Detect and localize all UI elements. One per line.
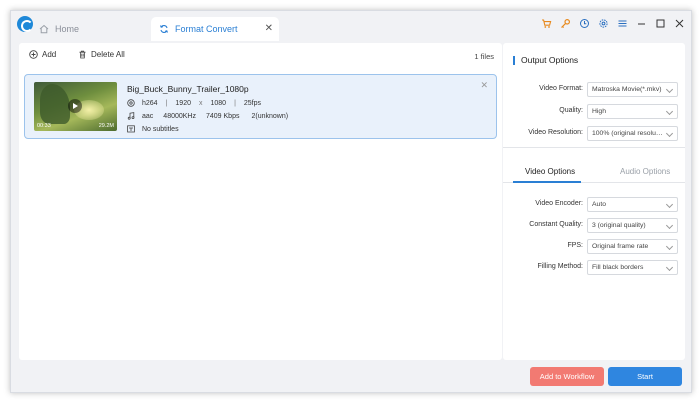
- maximize-icon[interactable]: [654, 17, 666, 29]
- music-note-icon: [127, 112, 136, 120]
- menu-icon[interactable]: [616, 17, 628, 29]
- subtitle-icon: [127, 125, 136, 133]
- options-panel: Output Options Video Format: Matroska Mo…: [503, 43, 685, 360]
- play-icon[interactable]: [68, 99, 82, 113]
- active-tab-indicator: [513, 181, 581, 183]
- quality-select[interactable]: High: [587, 104, 678, 119]
- audio-info-row: aac 48000KHz 7409 Kbps 2(unknown): [127, 112, 288, 120]
- title-bar: Home Format Convert ✕: [11, 11, 691, 41]
- resolution-x: x: [198, 99, 203, 107]
- section-divider: [503, 147, 685, 148]
- video-encoder-select[interactable]: Auto: [587, 197, 678, 212]
- clock-icon[interactable]: [578, 17, 590, 29]
- file-item[interactable]: 00:33 29.2M Big_Buck_Bunny_Trailer_1080p…: [24, 74, 497, 139]
- fps-label: FPS:: [567, 242, 583, 249]
- key-icon[interactable]: [559, 17, 571, 29]
- filling-method-label: Filling Method:: [537, 263, 583, 270]
- audio-frequency: 48000KHz: [163, 112, 196, 120]
- filling-method-select[interactable]: Fill black borders: [587, 260, 678, 275]
- video-resolution-select[interactable]: 100% (original resolution): [587, 126, 678, 141]
- tab-format-convert-label: Format Convert: [175, 24, 238, 34]
- video-duration: 00:33: [37, 123, 51, 129]
- app-logo-icon: [17, 16, 33, 32]
- video-file-size: 29.2M: [98, 123, 114, 129]
- close-icon[interactable]: [673, 17, 685, 29]
- gear-icon[interactable]: [597, 17, 609, 29]
- minimize-icon[interactable]: [635, 17, 647, 29]
- delete-all-label: Delete All: [91, 50, 125, 59]
- start-button[interactable]: Start: [608, 367, 682, 386]
- video-format-label: Video Format:: [539, 85, 583, 92]
- audio-bitrate: 7409 Kbps: [206, 112, 240, 120]
- video-codec: h264: [142, 99, 158, 107]
- window-controls: [540, 17, 685, 29]
- audio-channels: 2(unknown): [251, 112, 289, 120]
- convert-icon: [159, 24, 169, 34]
- video-encoder-label: Video Encoder:: [535, 200, 583, 207]
- subtitle-info-row: No subtitles: [127, 125, 179, 133]
- file-count: 1 files: [474, 52, 494, 61]
- cart-icon[interactable]: [540, 17, 552, 29]
- separator: |: [165, 99, 168, 107]
- thumbnail-tree: [40, 84, 70, 124]
- separator: |: [234, 99, 236, 107]
- constant-quality-label: Constant Quality:: [529, 221, 583, 228]
- tab-video-options[interactable]: Video Options: [525, 167, 575, 176]
- output-options-title: Output Options: [513, 56, 578, 65]
- subtitle-status: No subtitles: [142, 125, 179, 133]
- tab-audio-options[interactable]: Audio Options: [620, 167, 670, 176]
- file-name: Big_Buck_Bunny_Trailer_1080p: [127, 84, 249, 94]
- trash-icon: [78, 50, 87, 59]
- app-window: Home Format Convert ✕ Add Delete All 1 f…: [10, 10, 692, 393]
- add-label: Add: [42, 50, 57, 59]
- add-icon: [29, 50, 38, 59]
- add-button[interactable]: Add: [29, 50, 56, 59]
- video-format-select[interactable]: Matroska Movie(*.mkv): [587, 82, 678, 97]
- video-codec-icon: [127, 99, 136, 107]
- video-thumbnail[interactable]: 00:33 29.2M: [34, 82, 117, 131]
- tab-home-label: Home: [55, 24, 80, 34]
- tab-format-convert[interactable]: Format Convert ✕: [151, 17, 279, 41]
- remove-file-icon[interactable]: ✕: [480, 80, 488, 91]
- audio-codec: aac: [142, 112, 154, 120]
- tab-home[interactable]: Home: [39, 17, 149, 41]
- video-fps: 25fps: [243, 99, 262, 107]
- constant-quality-select[interactable]: 3 (original quality): [587, 218, 678, 233]
- tab-close-icon[interactable]: ✕: [265, 23, 273, 34]
- file-list-panel: Add Delete All 1 files 00:33 29.2M Big_B…: [19, 43, 502, 360]
- quality-label: Quality:: [559, 107, 583, 114]
- video-info-row: h264 | 1920 x 1080 | 25fps: [127, 99, 261, 107]
- file-toolbar: Add Delete All 1 files: [19, 43, 502, 71]
- fps-select[interactable]: Original frame rate: [587, 239, 678, 254]
- video-resolution-label: Video Resolution:: [528, 129, 583, 136]
- delete-all-button[interactable]: Delete All: [78, 50, 125, 59]
- video-height: 1080: [210, 99, 227, 107]
- video-width: 1920: [175, 99, 191, 107]
- home-icon: [39, 24, 49, 34]
- add-to-workflow-button[interactable]: Add to Workflow: [530, 367, 604, 386]
